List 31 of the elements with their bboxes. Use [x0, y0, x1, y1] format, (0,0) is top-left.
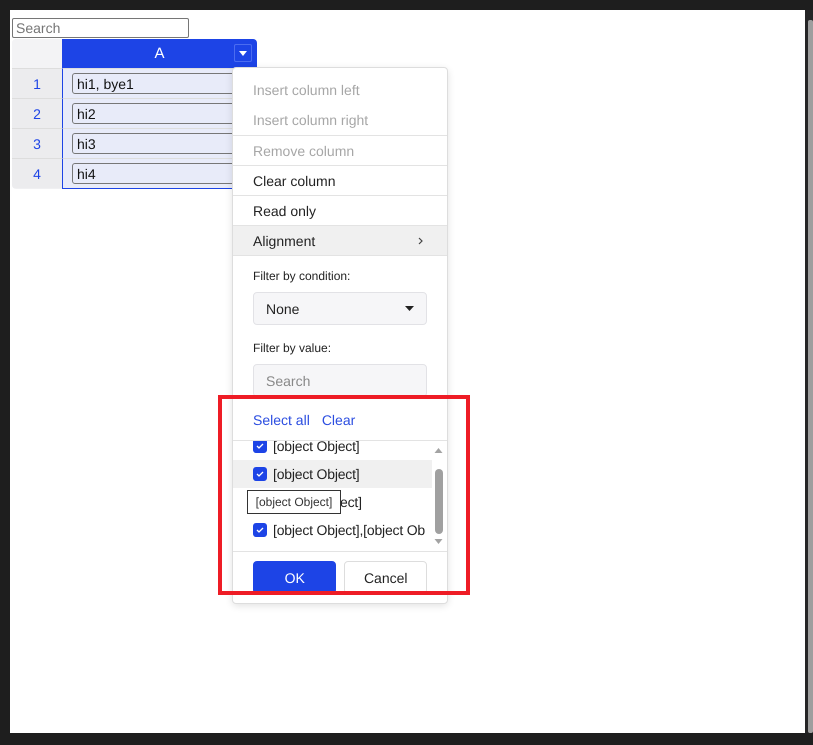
value-item[interactable]: [object Object] — [233, 460, 432, 488]
search-field[interactable]: Search — [12, 18, 189, 38]
tooltip: [object Object] — [247, 490, 341, 514]
row-header[interactable]: 4 — [12, 158, 62, 188]
link[interactable]: Clear — [322, 412, 356, 428]
dropdown-button[interactable] — [234, 44, 252, 62]
checkmark-icon — [256, 443, 264, 449]
checkbox[interactable] — [253, 467, 267, 481]
menu-item[interactable]: Clear column — [233, 165, 447, 195]
chevron-right-icon — [418, 236, 423, 244]
filter-label: Filter by value: — [253, 341, 332, 356]
condition-select[interactable]: None — [253, 292, 427, 325]
scrollbar-thumb[interactable] — [808, 20, 813, 733]
ok-button[interactable]: OK — [253, 561, 336, 594]
column-header[interactable]: A — [62, 39, 257, 68]
value-item[interactable]: [object Object] — [233, 441, 432, 460]
checkmark-icon — [256, 471, 264, 477]
value-label: ect] — [340, 494, 362, 510]
link[interactable]: Select all — [253, 412, 310, 428]
filter-label: Filter by condition: — [253, 269, 352, 284]
value-item[interactable]: [object Object],[object Ob — [233, 516, 432, 544]
checkmark-icon — [256, 527, 264, 533]
cancel-button[interactable]: Cancel — [344, 561, 427, 594]
checkbox[interactable] — [253, 441, 267, 453]
menu-item[interactable]: Alignment — [233, 225, 447, 255]
row-header[interactable]: 3 — [12, 128, 62, 158]
row-header[interactable]: 1 — [12, 68, 62, 98]
checkbox[interactable] — [253, 523, 267, 537]
row-header[interactable]: 2 — [12, 98, 62, 128]
caret-icon — [405, 306, 414, 311]
caret-icon — [239, 50, 247, 56]
